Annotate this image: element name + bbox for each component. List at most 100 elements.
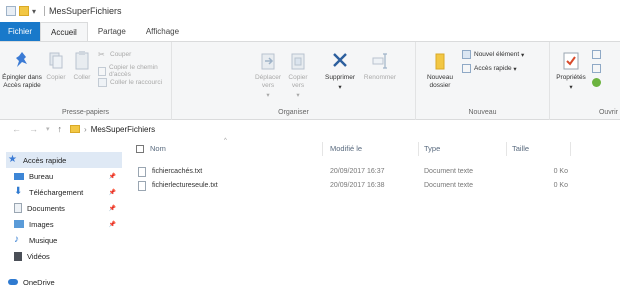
group-label-presse-papiers: Presse-papiers xyxy=(61,109,110,116)
desktop-icon xyxy=(14,172,24,180)
breadcrumb-current-folder[interactable]: MesSuperFichiers xyxy=(91,125,155,134)
copy-button[interactable]: Copier xyxy=(44,50,68,82)
recent-locations-chevron-icon[interactable]: ▾ xyxy=(46,125,50,133)
tab-affichage[interactable]: Affichage xyxy=(136,22,189,41)
copy-to-icon xyxy=(291,53,305,70)
file-row[interactable]: fichierlectureseule.txt 20/09/2017 16:38… xyxy=(126,180,620,193)
pin-icon xyxy=(16,52,27,67)
column-header-type[interactable]: Type xyxy=(424,144,440,153)
breadcrumb-separator-icon[interactable]: › xyxy=(84,125,87,134)
new-folder-button[interactable]: Nouveau dossier xyxy=(422,50,458,90)
clipboard-icon xyxy=(75,51,89,70)
column-divider[interactable] xyxy=(506,142,507,156)
tab-partage[interactable]: Partage xyxy=(88,22,136,41)
ribbon-tabs: Fichier Accueil Partage Affichage xyxy=(0,22,620,42)
column-header-modifie[interactable]: Modifié le xyxy=(330,144,362,153)
group-presse-papiers: Épingler dans Accès rapide Copier Coller… xyxy=(0,42,172,120)
nav-label-telechargement: Téléchargement xyxy=(29,187,84,197)
rename-icon xyxy=(372,53,387,69)
column-header-nom[interactable]: Nom xyxy=(150,144,166,153)
new-folder-icon[interactable] xyxy=(19,6,29,16)
nav-label-documents: Documents xyxy=(27,203,65,213)
select-all-checkbox[interactable] xyxy=(136,145,144,153)
nav-item-images[interactable]: Images 📌 xyxy=(14,216,122,232)
properties-chevron-icon: ▾ xyxy=(569,84,573,91)
column-divider[interactable] xyxy=(570,142,571,156)
group-organiser: Déplacer vers ▾ Copier vers ▾ Supprimer … xyxy=(172,42,416,120)
file-type: Document texte xyxy=(424,182,474,189)
column-header-taille[interactable]: Taille xyxy=(512,144,529,153)
properties-check-icon xyxy=(563,52,579,70)
properties-icon[interactable] xyxy=(6,6,16,16)
edit-icon xyxy=(592,64,601,73)
pin-icon: 📌 xyxy=(108,189,116,196)
file-modified: 20/09/2017 16:38 xyxy=(330,182,385,189)
pin-icon: 📌 xyxy=(108,205,116,212)
download-arrow-icon: ⬇ xyxy=(14,186,23,197)
tab-fichier[interactable]: Fichier xyxy=(0,22,41,41)
nav-item-onedrive[interactable]: OneDrive xyxy=(8,274,122,290)
column-divider[interactable] xyxy=(322,142,323,156)
documents-icon xyxy=(14,203,22,213)
move-to-icon xyxy=(261,53,275,70)
easy-access-button[interactable]: Accès rapide ▾ xyxy=(462,64,517,73)
properties-label: Propriétés xyxy=(556,74,586,81)
tab-accueil[interactable]: Accueil xyxy=(40,22,88,41)
cut-label: Couper xyxy=(110,51,132,58)
nav-label-quick-access: Accès rapide xyxy=(23,155,67,165)
nav-label-bureau: Bureau xyxy=(29,171,54,181)
folder-new-icon xyxy=(435,53,445,70)
back-arrow-icon[interactable]: ← xyxy=(12,124,21,134)
nav-item-telechargement[interactable]: ⬇ Téléchargement 📌 xyxy=(14,184,122,200)
paste-button[interactable]: Coller xyxy=(70,50,94,82)
address-folder-icon xyxy=(70,125,81,133)
scissors-icon: ✂ xyxy=(98,50,105,59)
up-arrow-icon[interactable]: ↑ xyxy=(58,124,63,134)
group-label-nouveau: Nouveau xyxy=(468,109,497,116)
nav-label-videos: Vidéos xyxy=(27,251,50,261)
file-size: 0 Ko xyxy=(553,168,568,175)
sort-caret-icon: ^ xyxy=(224,138,227,144)
column-divider[interactable] xyxy=(418,142,419,156)
file-type: Document texte xyxy=(424,168,474,175)
copy-to-button[interactable]: Copier vers ▾ xyxy=(284,50,312,100)
easy-access-chevron-icon: ▾ xyxy=(511,65,517,73)
delete-label: Supprimer xyxy=(325,74,355,81)
open-button[interactable] xyxy=(592,50,604,59)
file-row[interactable]: fichiercachés.txt 20/09/2017 16:37 Docum… xyxy=(126,166,620,179)
pin-quick-access-button[interactable]: Épingler dans Accès rapide xyxy=(2,50,42,90)
paste-shortcut-button[interactable]: Coller le raccourci xyxy=(98,78,162,87)
video-icon xyxy=(14,251,22,261)
pin-label: Épingler dans Accès rapide xyxy=(2,74,42,89)
new-item-button[interactable]: Nouvel élément ▾ xyxy=(462,50,524,59)
nav-label-musique: Musique xyxy=(29,235,58,245)
file-name: fichiercachés.txt xyxy=(152,168,203,175)
history-button[interactable] xyxy=(592,78,604,87)
new-item-label: Nouvel élément xyxy=(474,51,520,58)
pin-icon: 📌 xyxy=(108,221,116,228)
copy-to-label: Copier vers xyxy=(288,74,308,89)
nav-item-musique[interactable]: ♪ Musique xyxy=(14,232,122,248)
new-item-icon xyxy=(462,50,471,59)
file-modified: 20/09/2017 16:37 xyxy=(330,168,385,175)
copy-icon xyxy=(49,52,63,69)
delete-button[interactable]: Supprimer ▾ xyxy=(322,50,358,92)
forward-arrow-icon[interactable]: → xyxy=(29,124,38,134)
nav-item-documents[interactable]: Documents 📌 xyxy=(14,200,122,216)
move-to-button[interactable]: Déplacer vers ▾ xyxy=(254,50,282,100)
copy-path-button[interactable]: Copier le chemin d'accès xyxy=(98,64,171,78)
copy-path-label: Copier le chemin d'accès xyxy=(109,64,158,78)
nav-item-quick-access[interactable]: ★ Accès rapide xyxy=(6,152,122,168)
rename-button[interactable]: Renommer xyxy=(362,50,398,82)
nav-item-videos[interactable]: Vidéos xyxy=(14,248,122,264)
properties-button[interactable]: Propriétés ▾ xyxy=(554,50,588,92)
cut-button[interactable]: ✂ Couper xyxy=(98,50,131,59)
move-to-chevron-icon: ▾ xyxy=(266,92,270,99)
customize-quick-access-chevron-icon[interactable]: ▾ xyxy=(32,7,36,16)
group-label-ouvrir: Ouvrir xyxy=(598,109,618,116)
edit-button[interactable] xyxy=(592,64,604,73)
nav-item-bureau[interactable]: Bureau 📌 xyxy=(14,168,122,184)
delete-chevron-icon: ▾ xyxy=(338,84,342,91)
copy-path-icon xyxy=(98,66,106,76)
nav-label-onedrive: OneDrive xyxy=(23,277,55,287)
